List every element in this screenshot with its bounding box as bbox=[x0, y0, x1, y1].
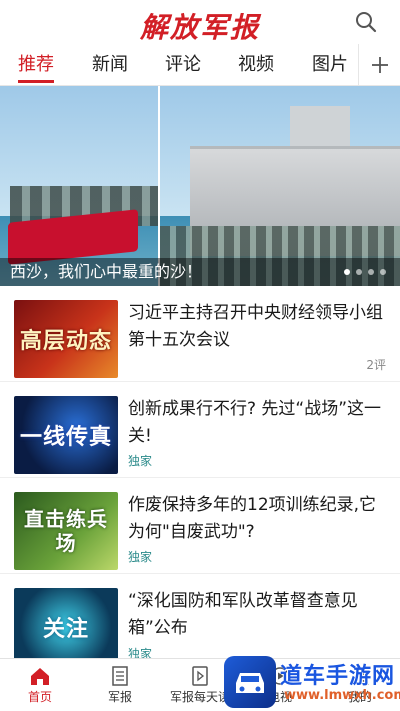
tab-news[interactable]: 新闻 bbox=[92, 54, 128, 76]
news-title: 作废保持多年的12项训练纪录,它为何"自废武功"? bbox=[128, 495, 377, 542]
headline-carousel[interactable]: 西沙，我们心中最重的沙！ bbox=[0, 86, 400, 286]
tab-pictures[interactable]: 图片 bbox=[312, 54, 348, 76]
thumbnail-label: 一线传真 bbox=[19, 425, 112, 450]
comment-count: 2评 bbox=[366, 358, 386, 372]
car-icon bbox=[224, 656, 276, 708]
news-thumbnail: 关注 bbox=[14, 588, 118, 666]
book-icon bbox=[192, 666, 208, 686]
search-icon[interactable] bbox=[354, 10, 378, 34]
thumbnail-label: 直击练兵场 bbox=[24, 507, 108, 555]
carousel-indicator bbox=[344, 269, 386, 275]
newspaper-icon bbox=[112, 666, 128, 686]
carousel-dot[interactable] bbox=[368, 269, 374, 275]
banner-photo-divider bbox=[158, 86, 160, 286]
watermark-url: www.lmwxh.com bbox=[284, 688, 400, 703]
app-logo: 解放军报 bbox=[139, 11, 260, 44]
nav-home[interactable]: 首页 bbox=[5, 663, 75, 709]
news-thumbnail: 一线传真 bbox=[14, 396, 118, 474]
plus-icon bbox=[371, 57, 388, 73]
exclusive-tag: 独家 bbox=[128, 454, 153, 468]
active-tab-indicator bbox=[18, 80, 54, 83]
tab-comment[interactable]: 评论 bbox=[165, 54, 201, 76]
news-thumbnail: 直击练兵场 bbox=[14, 492, 118, 570]
nav-newspaper[interactable]: 军报 bbox=[85, 663, 155, 709]
site-watermark: 道车手游网 www.lmwxh.com bbox=[224, 656, 400, 711]
banner-photo-ship-tower bbox=[290, 106, 350, 150]
carousel-dot[interactable] bbox=[380, 269, 386, 275]
thumbnail-label: 高层动态 bbox=[19, 329, 112, 354]
news-list-item[interactable]: 直击练兵场 作废保持多年的12项训练纪录,它为何"自废武功"? 独家 bbox=[0, 478, 400, 574]
category-tabs: 推荐 新闻 评论 视频 图片 bbox=[0, 44, 400, 86]
nav-label: 军报 bbox=[107, 690, 132, 704]
home-icon bbox=[31, 668, 49, 685]
app-header: 解放军报 bbox=[0, 0, 400, 44]
carousel-dot[interactable] bbox=[356, 269, 362, 275]
add-channel-button[interactable] bbox=[358, 44, 400, 86]
carousel-dot[interactable] bbox=[344, 269, 350, 275]
watermark-text: 道车手游网 bbox=[280, 664, 396, 689]
thumbnail-label: 关注 bbox=[42, 617, 89, 642]
news-title: 习近平主持召开中央财经领导小组第十五次会议 bbox=[128, 303, 383, 350]
news-list-item[interactable]: 高层动态 习近平主持召开中央财经领导小组第十五次会议 2评 bbox=[0, 286, 400, 382]
banner-caption: 西沙，我们心中最重的沙！ bbox=[10, 262, 203, 281]
tab-video[interactable]: 视频 bbox=[238, 54, 274, 76]
news-thumbnail: 高层动态 bbox=[14, 300, 118, 378]
exclusive-tag: 独家 bbox=[128, 550, 153, 564]
news-title: “深化国防和军队改革督查意见箱”公布 bbox=[128, 591, 358, 638]
news-list-item[interactable]: 一线传真 创新成果行不行? 先过“战场”这一关! 独家 bbox=[0, 382, 400, 478]
nav-label: 首页 bbox=[27, 690, 52, 704]
news-title: 创新成果行不行? 先过“战场”这一关! bbox=[128, 399, 382, 446]
tab-recommend[interactable]: 推荐 bbox=[18, 54, 54, 76]
